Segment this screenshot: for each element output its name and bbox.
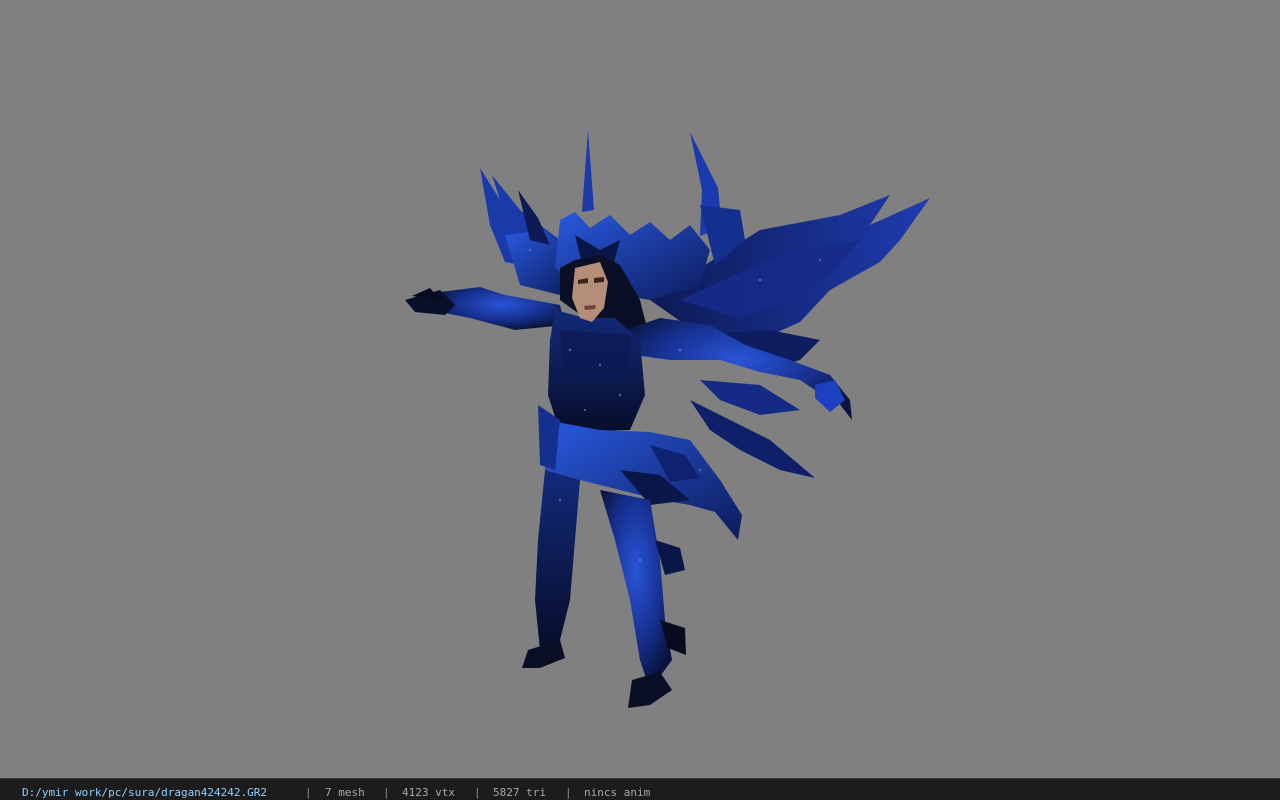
left-arm <box>405 287 565 330</box>
character-model[interactable] <box>0 0 1280 778</box>
3d-viewport[interactable] <box>0 0 1280 778</box>
status-bar: D:/ymir work/pc/sura/dragan424242.GR2 | … <box>0 778 1280 800</box>
separator: | <box>383 786 390 799</box>
separator: | <box>474 786 481 799</box>
separator: | <box>305 786 312 799</box>
animation-status: nincs anim <box>584 786 651 799</box>
triangle-count: 5827 tri <box>493 786 546 799</box>
file-path: D:/ymir work/pc/sura/dragan424242.GR2 <box>22 786 268 799</box>
separator: | <box>565 786 572 799</box>
vertex-count: 4123 vtx <box>402 786 455 799</box>
mesh-count: 7 mesh <box>325 786 365 799</box>
